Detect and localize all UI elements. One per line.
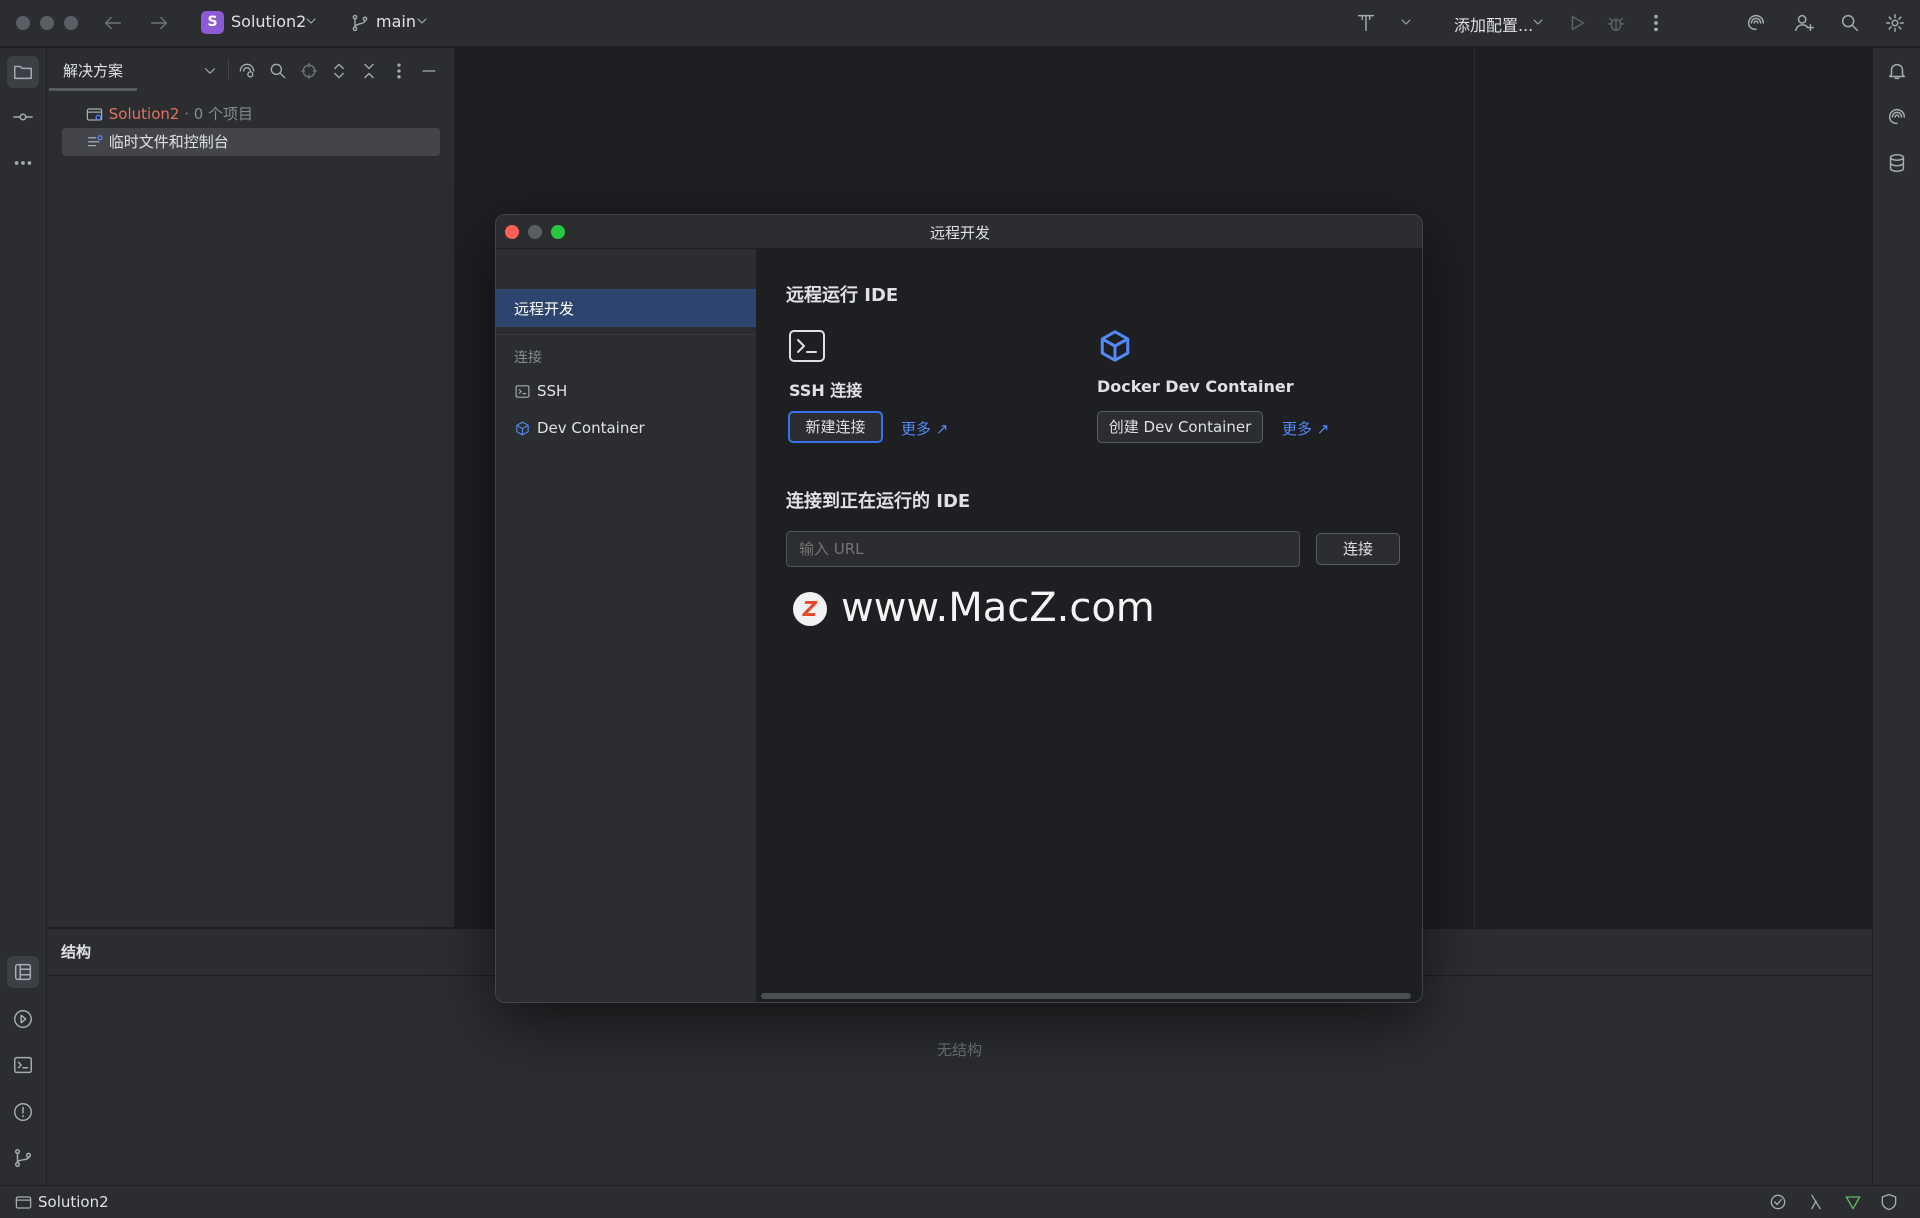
add-user-icon[interactable]: [1793, 12, 1815, 34]
remote-development-dialog: 远程开发 远程开发 连接 SSH Dev Container 远程运行 IDE …: [495, 214, 1423, 1003]
window-zoom-button[interactable]: [64, 16, 78, 30]
new-connection-button[interactable]: 新建连接: [788, 411, 883, 443]
dialog-title-bar: 远程开发: [496, 215, 1422, 249]
hide-panel-icon[interactable]: [419, 61, 439, 81]
sidebar-item-label: Dev Container: [537, 419, 645, 437]
forward-arrow-icon[interactable]: [148, 12, 170, 34]
solution-explorer-panel: 解决方案 Solution2 · 0 个项目 临时文件和控制台: [47, 48, 455, 927]
tree-item-scratches[interactable]: 临时文件和控制台: [85, 128, 229, 156]
section-title-run-ide: 远程运行 IDE: [786, 285, 899, 306]
cube-icon: [516, 421, 529, 436]
watermark-badge: Z: [802, 597, 818, 621]
cube-icon: [1100, 330, 1130, 362]
chevron-down-icon[interactable]: [414, 13, 430, 29]
create-dev-container-button[interactable]: 创建 Dev Container: [1097, 411, 1263, 443]
docker-label: Docker Dev Container: [1097, 377, 1294, 396]
check-circle-icon[interactable]: [1768, 1192, 1788, 1212]
editor-guide-line: [1474, 48, 1475, 927]
ssh-more-link[interactable]: 更多 ↗: [901, 418, 948, 439]
connect-button[interactable]: 连接: [1316, 533, 1400, 565]
sidebar-section-header: 连接: [514, 350, 542, 366]
tree-item-solution[interactable]: Solution2 · 0 个项目: [85, 100, 253, 128]
docker-more-link[interactable]: 更多 ↗: [1282, 418, 1329, 439]
folder-icon[interactable]: [12, 61, 34, 83]
branch-icon: [352, 14, 368, 32]
sidebar-item-label: 远程开发: [514, 300, 575, 318]
terminal-icon: [515, 385, 530, 398]
structure-icon[interactable]: [12, 961, 34, 983]
expand-all-icon[interactable]: [329, 61, 349, 81]
title-bar: S Solution2 main 添加配置...: [0, 0, 1920, 47]
right-tool-strip: [1872, 48, 1920, 1185]
structure-empty-text: 无结构: [936, 1041, 982, 1059]
structure-panel-title: 结构: [61, 943, 92, 961]
remote-view-icon[interactable]: [237, 61, 257, 81]
debug-bug-icon[interactable]: [1605, 12, 1627, 34]
sidebar-divider: [496, 334, 756, 335]
chevron-down-icon[interactable]: [1398, 14, 1414, 30]
sidebar-item-label: SSH: [537, 382, 568, 400]
horizontal-scrollbar[interactable]: [761, 993, 1411, 999]
notifications-bell-icon[interactable]: [1886, 60, 1908, 82]
solution-icon: [86, 108, 103, 121]
build-hammer-icon[interactable]: [1355, 12, 1377, 34]
panel-tab-underline: [49, 88, 137, 91]
chevron-down-icon[interactable]: [201, 62, 219, 80]
ai-assistant-icon[interactable]: [1745, 12, 1767, 34]
database-icon[interactable]: [1886, 152, 1908, 174]
scratch-files-label: 临时文件和控制台: [108, 133, 229, 151]
back-arrow-icon[interactable]: [102, 12, 124, 34]
search-icon[interactable]: [268, 61, 288, 81]
section-title-connect-running: 连接到正在运行的 IDE: [786, 491, 971, 512]
watermark-logo: Z: [793, 592, 827, 626]
dialog-title: 远程开发: [929, 224, 990, 242]
window-minimize-button[interactable]: [40, 16, 54, 30]
problems-icon[interactable]: [12, 1101, 34, 1123]
watermark-text: www.MacZ.com: [841, 585, 1155, 631]
ssh-label: SSH 连接: [789, 381, 863, 400]
solution-project-count: · 0 个项目: [179, 105, 254, 123]
git-icon[interactable]: [12, 1147, 34, 1169]
lambda-icon[interactable]: [1806, 1192, 1826, 1212]
collapse-all-icon[interactable]: [359, 61, 379, 81]
project-badge[interactable]: S: [201, 11, 224, 34]
chevron-down-icon[interactable]: [303, 13, 319, 29]
status-bar: Solution2: [0, 1185, 1920, 1218]
sidebar-item-dev-container[interactable]: Dev Container: [496, 412, 756, 446]
branch-selector[interactable]: main: [376, 12, 416, 31]
locate-icon[interactable]: [299, 61, 319, 81]
terminal-icon: [789, 330, 825, 362]
scratch-files-icon: [88, 135, 103, 147]
commit-icon[interactable]: [12, 106, 34, 128]
search-icon[interactable]: [1839, 12, 1861, 34]
run-config-selector[interactable]: 添加配置...: [1454, 12, 1533, 36]
ai-chat-icon[interactable]: [1886, 106, 1908, 128]
sidebar-item-remote-dev[interactable]: 远程开发: [496, 289, 756, 327]
solution-icon: [15, 1196, 32, 1209]
statusbar-project[interactable]: Solution2: [38, 1193, 109, 1211]
more-vertical-icon[interactable]: [1645, 12, 1667, 34]
inspection-status-icon[interactable]: [1843, 1192, 1863, 1212]
terminal-icon[interactable]: [12, 1054, 34, 1076]
gear-icon[interactable]: [1884, 12, 1906, 34]
panel-title[interactable]: 解决方案: [63, 60, 123, 81]
left-tool-strip: [0, 48, 47, 1185]
run-icon[interactable]: [1566, 12, 1588, 34]
solution-name: Solution2: [108, 105, 180, 123]
project-selector[interactable]: Solution2: [231, 12, 306, 31]
toolbar-divider: [228, 60, 229, 80]
more-horizontal-icon[interactable]: [12, 152, 34, 174]
sidebar-item-ssh[interactable]: SSH: [496, 375, 756, 409]
shield-icon[interactable]: [1879, 1192, 1899, 1212]
services-run-icon[interactable]: [12, 1008, 34, 1030]
window-close-button[interactable]: [16, 16, 30, 30]
dialog-sidebar: 远程开发 连接 SSH Dev Container: [496, 249, 756, 1002]
more-vertical-icon[interactable]: [389, 61, 409, 81]
chevron-down-icon[interactable]: [1530, 14, 1546, 30]
url-input[interactable]: [786, 531, 1300, 567]
